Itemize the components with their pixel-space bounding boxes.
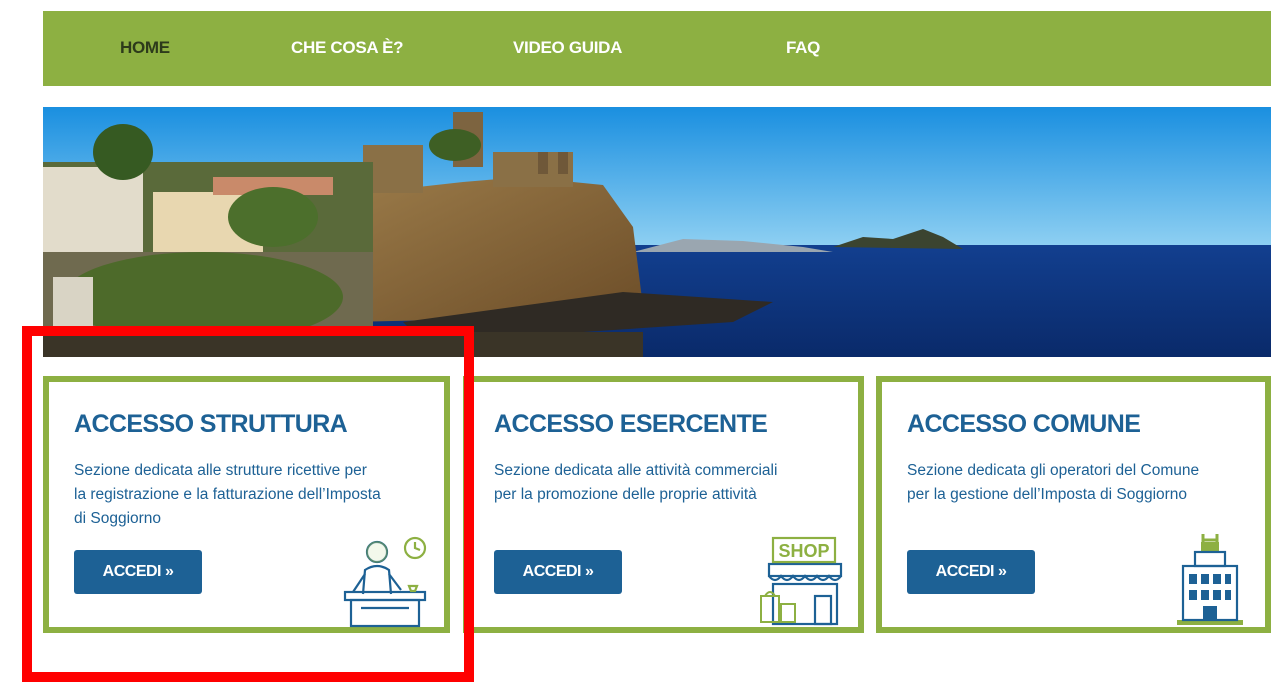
nav-home[interactable]: HOME: [120, 38, 170, 58]
card-accesso-struttura: ACCESSO STRUTTURA Sezione dedicata alle …: [43, 376, 450, 633]
accedi-esercente-button[interactable]: ACCEDI »: [494, 550, 622, 594]
card-desc-line: per la promozione delle proprie attività: [494, 486, 757, 503]
card-accesso-esercente: ACCESSO ESERCENTE Sezione dedicata alle …: [463, 376, 864, 633]
accedi-comune-button[interactable]: ACCEDI »: [907, 550, 1035, 594]
card-description: Sezione dedicata alle strutture ricettiv…: [74, 459, 381, 531]
hero-banner: [43, 107, 1271, 357]
accedi-struttura-button[interactable]: ACCEDI »: [74, 550, 202, 594]
card-description: Sezione dedicata gli operatori del Comun…: [907, 459, 1199, 507]
card-desc-line: Sezione dedicata alle attività commercia…: [494, 462, 778, 479]
card-desc-line: Sezione dedicata alle strutture ricettiv…: [74, 462, 367, 479]
nav-faq[interactable]: FAQ: [786, 38, 820, 58]
town-hall-icon: [1177, 534, 1243, 625]
card-accesso-comune: ACCESSO COMUNE Sezione dedicata gli oper…: [876, 376, 1271, 633]
card-title: ACCESSO ESERCENTE: [494, 410, 768, 438]
card-desc-line: di Soggiorno: [74, 510, 162, 527]
shop-icon: SHOP: [760, 536, 843, 626]
card-description: Sezione dedicata alle attività commercia…: [494, 459, 777, 507]
main-nav: HOME CHE COSA È? VIDEO GUIDA FAQ: [43, 11, 1271, 86]
shop-sign-text: SHOP: [778, 541, 829, 561]
card-title: ACCESSO COMUNE: [907, 410, 1141, 438]
nav-video-guida[interactable]: VIDEO GUIDA: [513, 38, 622, 58]
nav-che-cosa-e[interactable]: CHE COSA È?: [291, 38, 404, 58]
card-desc-line: Sezione dedicata gli operatori del Comun…: [907, 462, 1200, 479]
hero-castle-image: [43, 107, 1271, 357]
card-desc-line: per la gestione dell’Imposta di Soggiorn…: [907, 486, 1188, 503]
card-desc-line: la registrazione e la fatturazione dell’…: [74, 486, 381, 503]
receptionist-icon: [343, 536, 427, 628]
card-title: ACCESSO STRUTTURA: [74, 410, 348, 438]
